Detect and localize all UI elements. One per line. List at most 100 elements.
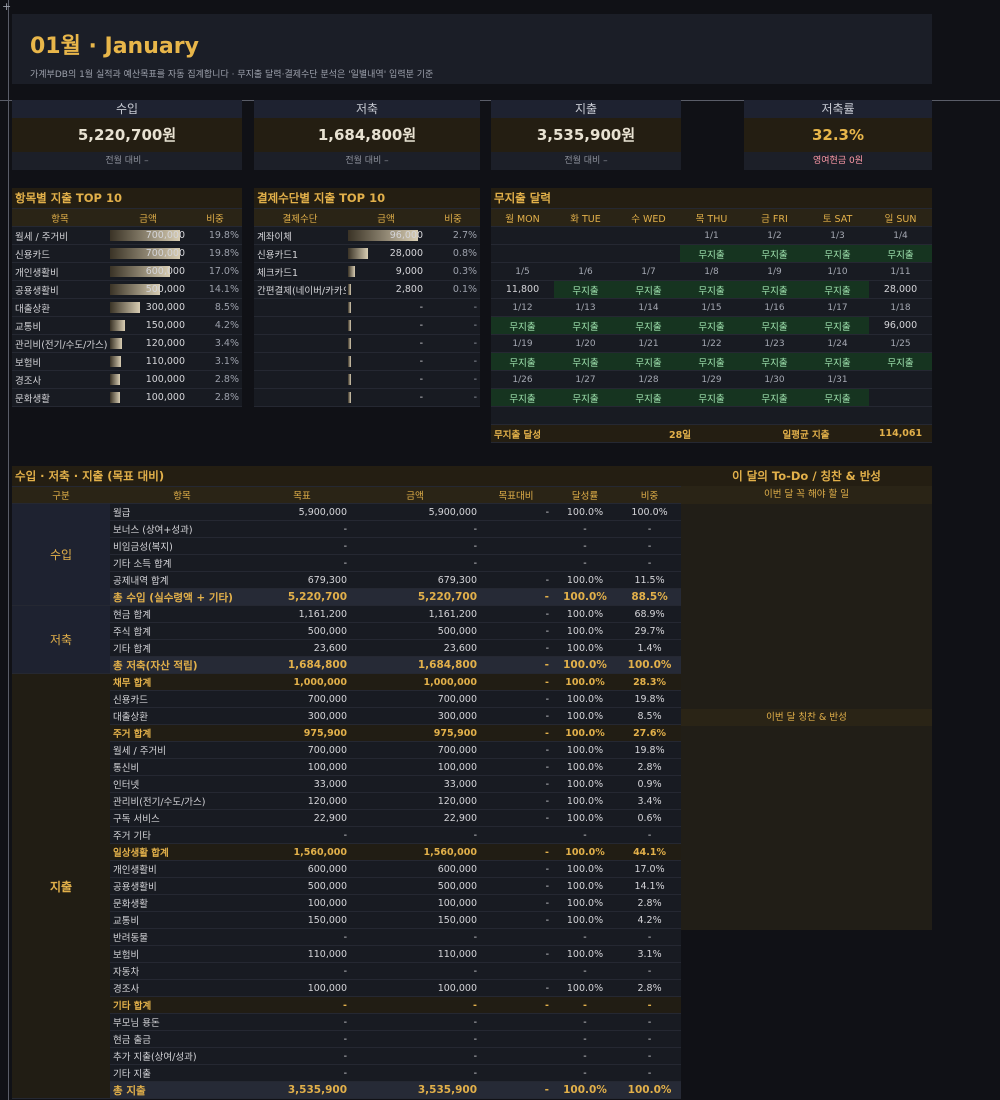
calendar-cell[interactable]: 무지출 [491, 388, 554, 407]
calendar-cell[interactable] [869, 406, 933, 425]
calendar-cell[interactable]: 무지출 [743, 388, 806, 407]
calendar-cell[interactable] [617, 406, 680, 425]
calendar-cell[interactable] [806, 406, 869, 425]
row-share: 1.4% [618, 639, 682, 657]
calendar-cell[interactable]: 무지출 [743, 280, 806, 299]
calendar-cell[interactable]: 무지출 [869, 244, 933, 263]
calendar-cell[interactable]: 11,800 [491, 280, 554, 299]
table-row: -- [254, 370, 481, 389]
calendar-cell[interactable] [491, 244, 554, 263]
row-target[interactable]: - [254, 1013, 350, 1031]
todo-area[interactable] [681, 504, 932, 709]
row-target[interactable]: - [254, 537, 350, 555]
calendar-cell[interactable]: 무지출 [617, 280, 680, 299]
calendar-date: 1/26 [491, 370, 554, 389]
calendar-cell[interactable]: 무지출 [680, 244, 743, 263]
calendar-cell[interactable]: 무지출 [806, 352, 869, 371]
calendar-cell[interactable]: 무지출 [806, 316, 869, 335]
row-target[interactable]: - [254, 554, 350, 572]
row-target[interactable]: 23,600 [254, 639, 350, 657]
calendar-cell[interactable]: 무지출 [554, 316, 617, 335]
row-target[interactable]: 1,000,000 [254, 673, 350, 691]
calendar-cell[interactable] [554, 406, 617, 425]
calendar-cell[interactable] [554, 244, 617, 263]
row-target[interactable]: 100,000 [254, 758, 350, 776]
row-target[interactable]: - [254, 520, 350, 538]
calendar-cell[interactable]: 무지출 [617, 316, 680, 335]
row-target[interactable]: - [254, 996, 350, 1014]
row-target[interactable]: - [254, 1047, 350, 1065]
row-target[interactable]: 120,000 [254, 792, 350, 810]
row-target[interactable]: 3,535,900 [254, 1081, 350, 1099]
calendar-cell[interactable]: 무지출 [617, 352, 680, 371]
row-pct: - [426, 370, 481, 389]
table-row: -- [254, 388, 481, 407]
calendar-cell[interactable] [680, 406, 743, 425]
calendar-cell[interactable]: 무지출 [806, 244, 869, 263]
row-target[interactable]: 22,900 [254, 809, 350, 827]
row-target[interactable]: - [254, 1064, 350, 1082]
calendar-cell[interactable]: 무지출 [806, 388, 869, 407]
calendar-cell[interactable]: 28,000 [869, 280, 933, 299]
calendar-cell[interactable]: 무지출 [617, 388, 680, 407]
row-target[interactable]: - [254, 928, 350, 946]
row-target[interactable]: 100,000 [254, 894, 350, 912]
calendar-cell[interactable]: 무지출 [743, 244, 806, 263]
calendar-cell[interactable]: 무지출 [491, 316, 554, 335]
calendar-cell[interactable]: 무지출 [680, 352, 743, 371]
row-target[interactable]: 100,000 [254, 979, 350, 997]
budget-row: 통신비 100,000 100,000-100.0% 2.8% [12, 758, 682, 776]
calendar-cell[interactable] [617, 244, 680, 263]
row-diff [480, 520, 552, 538]
row-amount: 5,900,000 [350, 503, 480, 521]
calendar-cell[interactable] [743, 406, 806, 425]
row-target[interactable]: 150,000 [254, 911, 350, 929]
row-target[interactable]: 5,220,700 [254, 588, 350, 606]
calendar-cell[interactable]: 96,000 [869, 316, 933, 335]
row-target[interactable]: 5,900,000 [254, 503, 350, 521]
calendar-cell[interactable]: 무지출 [806, 280, 869, 299]
calendar-cell[interactable]: 무지출 [491, 352, 554, 371]
table-row: 문화생활 100,000 2.8% [12, 388, 242, 407]
calendar-cell[interactable]: 무지출 [743, 352, 806, 371]
praise-area[interactable] [681, 726, 932, 930]
calendar-cell[interactable] [491, 406, 554, 425]
row-target[interactable]: 1,161,200 [254, 605, 350, 623]
calendar-value-row: 무지출 무지출 무지출 무지출 무지출 무지출 [491, 388, 933, 407]
row-target[interactable]: 33,000 [254, 775, 350, 793]
calendar-cell[interactable]: 무지출 [680, 388, 743, 407]
row-name: 교통비 [12, 316, 108, 335]
calendar-cell[interactable]: 무지출 [554, 388, 617, 407]
kpi-value: 3,535,900원 [491, 118, 681, 152]
row-target[interactable]: 679,300 [254, 571, 350, 589]
calendar-cell[interactable]: 무지출 [554, 280, 617, 299]
row-target[interactable]: - [254, 1030, 350, 1048]
row-amount-cell: 2,800 [346, 280, 426, 299]
calendar-cell[interactable]: 무지출 [743, 316, 806, 335]
row-target[interactable]: - [254, 826, 350, 844]
row-share: 88.5% [618, 588, 682, 606]
row-share: 14.1% [618, 877, 682, 895]
row-target[interactable]: 500,000 [254, 877, 350, 895]
row-target[interactable]: 300,000 [254, 707, 350, 725]
calendar-cell[interactable]: 무지출 [680, 316, 743, 335]
row-share: 28.3% [618, 673, 682, 691]
row-target[interactable]: 700,000 [254, 690, 350, 708]
calendar-cell[interactable]: 무지출 [680, 280, 743, 299]
row-target[interactable]: 1,684,800 [254, 656, 350, 674]
calendar-cell[interactable] [869, 388, 933, 407]
row-share: 100.0% [618, 503, 682, 521]
row-target[interactable]: 110,000 [254, 945, 350, 963]
row-target[interactable]: 600,000 [254, 860, 350, 878]
calendar-cell[interactable]: 무지출 [554, 352, 617, 371]
row-target[interactable]: 500,000 [254, 622, 350, 640]
row-target[interactable]: 975,900 [254, 724, 350, 742]
row-target[interactable]: 1,560,000 [254, 843, 350, 861]
row-target[interactable]: - [254, 962, 350, 980]
row-target[interactable]: 700,000 [254, 741, 350, 759]
row-amount: 23,600 [350, 639, 480, 657]
row-rate: - [552, 1013, 618, 1031]
row-diff [480, 1047, 552, 1065]
row-amount: - [350, 554, 480, 572]
calendar-cell[interactable]: 무지출 [869, 352, 933, 371]
